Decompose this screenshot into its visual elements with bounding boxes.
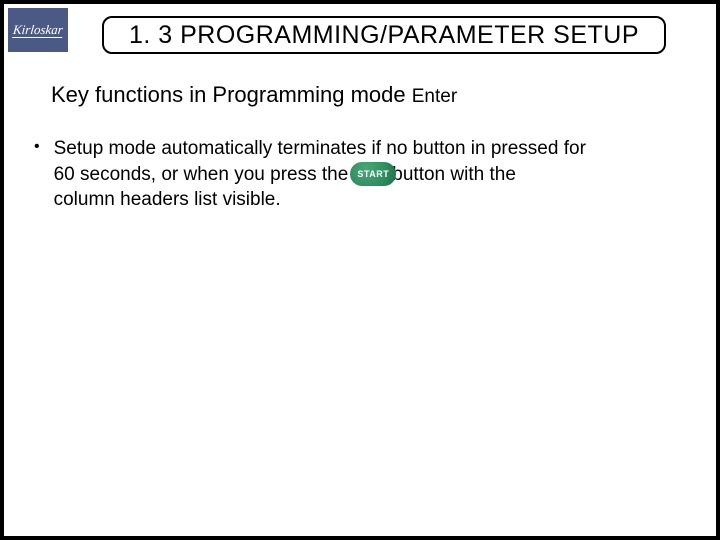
bullet-line-3: column headers list visible. — [54, 187, 664, 213]
subtitle: Key functions in Programming mode Enter — [51, 82, 457, 108]
slide-frame: Kirloskar 1. 3 PROGRAMMING/PARAMETER SET… — [0, 0, 720, 540]
bullet-item: • Setup mode automatically terminates if… — [34, 136, 664, 213]
subtitle-suffix: Enter — [412, 86, 457, 107]
brand-logo-text: Kirloskar — [12, 23, 63, 38]
title-box: 1. 3 PROGRAMMING/PARAMETER SETUP — [102, 16, 666, 54]
start-button-icon: START — [350, 162, 396, 186]
bullet-marker: • — [34, 138, 40, 156]
start-button-label: START — [357, 168, 389, 180]
page-title: 1. 3 PROGRAMMING/PARAMETER SETUP — [129, 21, 639, 50]
bullet-line-2-pre: 60 seconds, or when you press the — [54, 162, 349, 188]
bullet-text: Setup mode automatically terminates if n… — [54, 136, 664, 213]
bullet-line-1: Setup mode automatically terminates if n… — [54, 136, 664, 162]
subtitle-main: Key functions in Programming mode — [51, 82, 412, 107]
brand-logo: Kirloskar — [8, 8, 68, 52]
bullet-line-2-post: button with the — [392, 162, 516, 188]
